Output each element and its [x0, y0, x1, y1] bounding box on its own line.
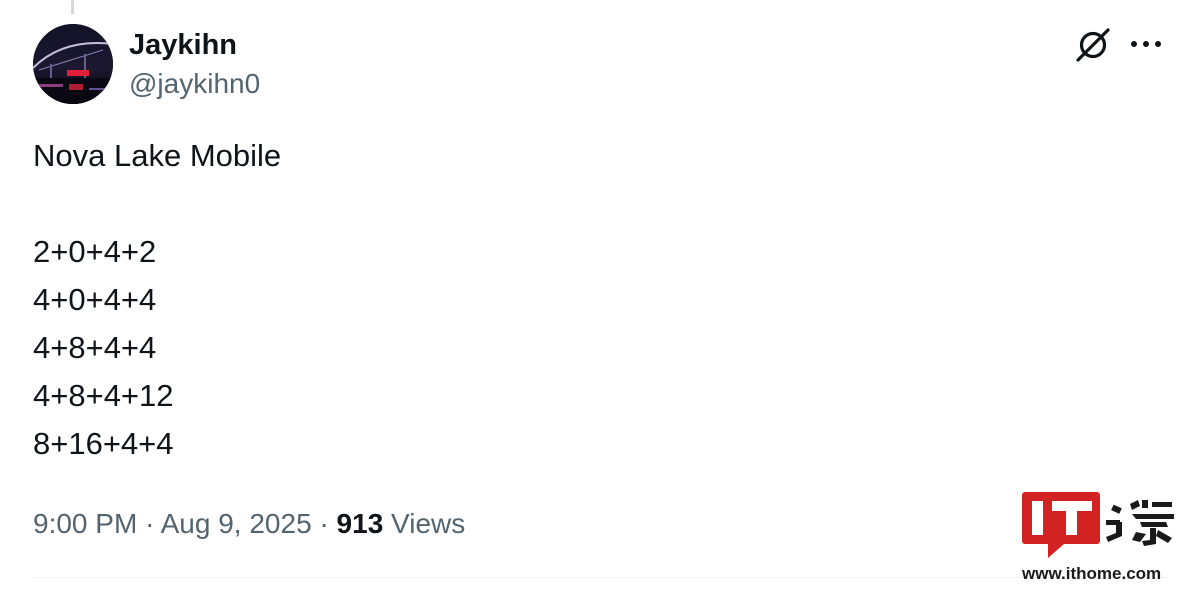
- avatar-image: [33, 24, 113, 104]
- meta-separator: ·: [319, 508, 329, 539]
- views-label: Views: [391, 508, 466, 539]
- avatar[interactable]: [33, 24, 113, 104]
- tweet-text-line: 4+8+4+12: [33, 378, 174, 413]
- author-handle[interactable]: @jaykihn0: [129, 64, 260, 104]
- views-count: 913: [336, 508, 384, 539]
- tweet-text-line: 2+0+4+2: [33, 234, 157, 269]
- tweet-text-line: 4+0+4+4: [33, 282, 157, 317]
- more-options-icon[interactable]: [1126, 30, 1166, 60]
- thread-connector-line: [71, 0, 74, 14]
- grok-icon[interactable]: [1072, 26, 1112, 66]
- tweet-meta: 9:00 PM · Aug 9, 2025 · 913 Views: [33, 504, 465, 544]
- author-names: Jaykihn @jaykihn0: [129, 26, 260, 104]
- author-display-name[interactable]: Jaykihn: [129, 26, 260, 64]
- divider: [33, 577, 1167, 578]
- tweet-text: Nova Lake Mobile 2+0+4+2 4+0+4+4 4+8+4+4…: [33, 132, 281, 468]
- tweet-date[interactable]: Aug 9, 2025: [161, 508, 312, 539]
- ithome-logo: [1022, 492, 1174, 558]
- ithome-watermark: www.ithome.com: [1018, 490, 1188, 590]
- tweet-text-line: Nova Lake Mobile: [33, 138, 282, 173]
- meta-separator: ·: [145, 508, 155, 539]
- tweet-text-line: 4+8+4+4: [33, 330, 157, 365]
- tweet-time[interactable]: 9:00 PM: [33, 508, 137, 539]
- tweet-page: Jaykihn @jaykihn0 Nova Lake Mobile 2+0+4…: [0, 0, 1200, 600]
- tweet-text-line: 8+16+4+4: [33, 426, 174, 461]
- ithome-url: www.ithome.com: [1022, 564, 1162, 583]
- tweet-text-line: [33, 180, 281, 228]
